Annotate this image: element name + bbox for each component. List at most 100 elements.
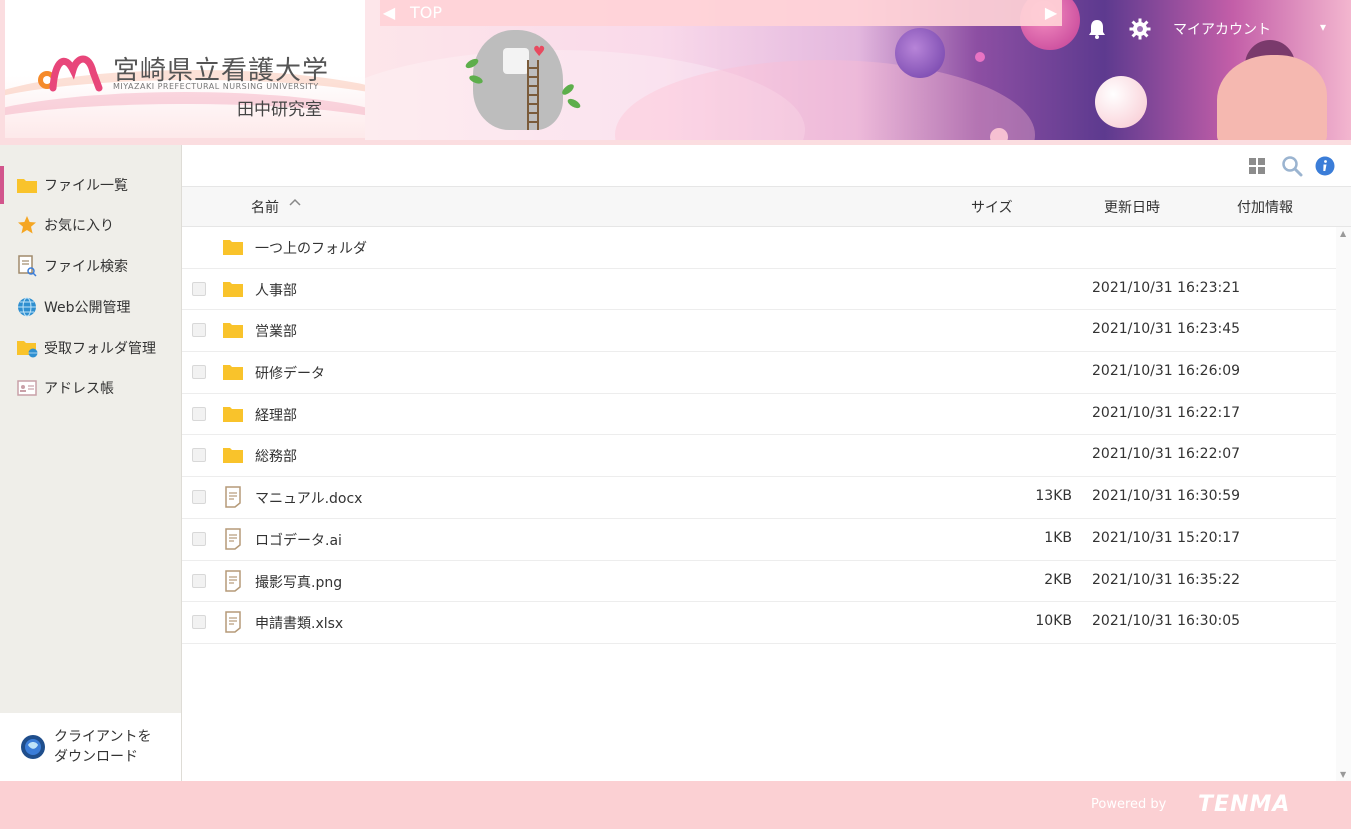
- column-header-name[interactable]: 名前: [251, 197, 279, 217]
- row-checkbox[interactable]: [192, 531, 206, 546]
- table-row[interactable]: 経理部 2021/10/31 16:22:17: [182, 394, 1336, 436]
- file-name[interactable]: マニュアル.docx: [255, 488, 362, 508]
- table-row[interactable]: 営業部 2021/10/31 16:23:45: [182, 310, 1336, 353]
- table-row[interactable]: ロゴデータ.ai 1KB 2021/10/31 15:20:17: [182, 519, 1336, 561]
- parent-folder-label: 一つ上のフォルダ: [255, 241, 367, 257]
- folder-icon: [223, 365, 243, 381]
- file-size: 2KB: [1044, 571, 1072, 588]
- puzzle-head-illustration: [473, 30, 563, 130]
- sidebar-item-file-search[interactable]: ファイル検索: [0, 247, 181, 285]
- row-checkbox[interactable]: [192, 406, 206, 421]
- university-logo-area[interactable]: 宮崎県立看護大学 MIYAZAKI PREFECTURAL NURSING UN…: [5, 0, 365, 138]
- sidebar: ファイル一覧 お気に入り ファイル検索 Web公開管理 受取フォルダ管理 アドレ…: [0, 145, 182, 781]
- row-checkbox[interactable]: [192, 490, 206, 505]
- nav-right-arrow-icon[interactable]: ▶: [1042, 0, 1060, 26]
- header: 宮崎県立看護大学 MIYAZAKI PREFECTURAL NURSING UN…: [0, 0, 1351, 145]
- scroll-down-icon[interactable]: ▼: [1340, 770, 1346, 779]
- address-card-icon: [16, 377, 38, 399]
- table-row[interactable]: 総務部 2021/10/31 16:22:07: [182, 435, 1336, 478]
- nav-left-arrow-icon[interactable]: ◀: [380, 0, 398, 26]
- file-name[interactable]: ロゴデータ.ai: [255, 530, 342, 550]
- file-list: 一つ上のフォルダ 人事部 2021/10/31 16:23:21 営業部 202…: [182, 227, 1336, 644]
- chevron-down-icon[interactable]: ▾: [1320, 20, 1326, 34]
- puzzle-piece-illustration: [503, 48, 529, 74]
- folder-icon: [223, 281, 243, 297]
- university-logo-icon: [38, 55, 103, 92]
- file-name[interactable]: 人事部: [255, 280, 297, 300]
- sidebar-item-label: 受取フォルダ管理: [44, 341, 156, 357]
- row-checkbox[interactable]: [192, 573, 206, 588]
- table-row[interactable]: 申請書類.xlsx 10KB 2021/10/31 16:30:05: [182, 602, 1336, 644]
- folder-globe-icon: [16, 337, 38, 359]
- file-name[interactable]: 営業部: [255, 321, 297, 341]
- nav-top-link[interactable]: TOP: [410, 3, 442, 22]
- column-header-updated[interactable]: 更新日時: [1104, 197, 1160, 217]
- powered-by-label: Powered by: [1091, 797, 1167, 812]
- sidebar-item-file-list[interactable]: ファイル一覧: [0, 166, 181, 204]
- file-date: 2021/10/31 16:23:45: [1092, 321, 1241, 338]
- document-icon: [225, 528, 241, 550]
- file-size: 1KB: [1044, 529, 1072, 546]
- university-name-en: MIYAZAKI PREFECTURAL NURSING UNIVERSITY: [113, 82, 319, 91]
- file-name[interactable]: 研修データ: [255, 363, 325, 383]
- sidebar-item-label: ファイル一覧: [44, 178, 128, 194]
- sort-ascending-icon[interactable]: [287, 195, 303, 211]
- star-icon: [16, 214, 38, 236]
- file-name[interactable]: 撮影写真.png: [255, 572, 342, 592]
- sidebar-item-inbox-folder[interactable]: 受取フォルダ管理: [0, 329, 181, 367]
- tenma-logo: TENMA: [1198, 792, 1291, 817]
- document-icon: [225, 569, 241, 592]
- search-icon[interactable]: [1281, 155, 1303, 177]
- table-row[interactable]: 撮影写真.png 2KB 2021/10/31 16:35:22: [182, 561, 1336, 603]
- folder-icon: [223, 448, 243, 464]
- folder-icon: [223, 323, 243, 339]
- my-account-menu[interactable]: マイアカウント: [1173, 19, 1271, 39]
- file-date: 2021/10/31 16:23:21: [1092, 279, 1241, 296]
- column-header-row: 名前 サイズ 更新日時 付加情報: [182, 187, 1351, 227]
- sidebar-item-favorites[interactable]: お気に入り: [0, 206, 181, 244]
- grid-view-icon[interactable]: [1248, 157, 1266, 175]
- row-checkbox[interactable]: [192, 323, 206, 338]
- column-header-size[interactable]: サイズ: [971, 197, 1013, 217]
- client-download-label: ダウンロード: [54, 749, 138, 765]
- file-size: 13KB: [1035, 488, 1072, 505]
- file-date: 2021/10/31 16:35:22: [1092, 571, 1241, 588]
- folder-icon: [16, 174, 38, 196]
- row-checkbox[interactable]: [192, 615, 206, 630]
- folder-icon: [223, 406, 243, 422]
- planet-illustration: [1095, 76, 1147, 128]
- gear-icon[interactable]: [1129, 18, 1151, 40]
- table-row[interactable]: 研修データ 2021/10/31 16:26:09: [182, 352, 1336, 394]
- scroll-up-icon[interactable]: ▲: [1340, 229, 1346, 238]
- table-row[interactable]: 人事部 2021/10/31 16:23:21: [182, 269, 1336, 311]
- file-date: 2021/10/31 16:22:07: [1092, 446, 1241, 463]
- file-date: 2021/10/31 15:20:17: [1092, 529, 1241, 546]
- bell-icon[interactable]: [1086, 18, 1108, 40]
- star-dot: [975, 52, 985, 62]
- document-icon: [225, 611, 241, 633]
- document-icon: [225, 486, 241, 508]
- vertical-scrollbar[interactable]: ▲ ▼: [1336, 227, 1351, 781]
- globe-icon: [16, 296, 38, 318]
- file-name[interactable]: 申請書類.xlsx: [255, 613, 343, 633]
- sidebar-item-web-publish[interactable]: Web公開管理: [0, 288, 181, 326]
- table-row[interactable]: マニュアル.docx 13KB 2021/10/31 16:30:59: [182, 477, 1336, 519]
- client-download-button[interactable]: クライアントを ダウンロード: [0, 713, 181, 781]
- sidebar-item-address-book[interactable]: アドレス帳: [0, 369, 181, 407]
- globe-download-icon: [21, 735, 45, 759]
- planet-illustration: [990, 128, 1008, 140]
- sidebar-item-label: ファイル検索: [44, 259, 128, 275]
- parent-folder-row[interactable]: 一つ上のフォルダ: [182, 227, 1336, 269]
- planet-illustration: [895, 28, 945, 78]
- info-icon[interactable]: [1315, 156, 1335, 176]
- file-name[interactable]: 経理部: [255, 405, 297, 425]
- column-header-extra[interactable]: 付加情報: [1237, 197, 1293, 217]
- woman-illustration: [1217, 55, 1327, 140]
- file-date: 2021/10/31 16:22:17: [1092, 404, 1241, 421]
- row-checkbox[interactable]: [192, 448, 206, 463]
- row-checkbox[interactable]: [192, 281, 206, 296]
- row-checkbox[interactable]: [192, 365, 206, 380]
- top-navigation-bar: ◀ TOP: [380, 0, 1062, 26]
- file-name[interactable]: 総務部: [255, 446, 297, 466]
- toolbar: [182, 145, 1351, 187]
